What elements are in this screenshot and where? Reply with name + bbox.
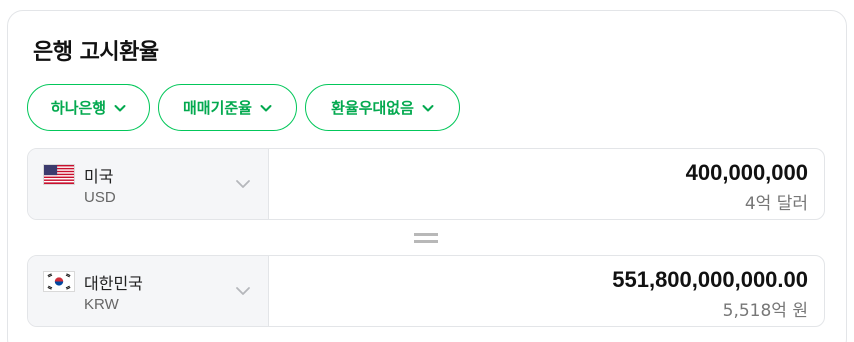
to-amount-input[interactable]: 551,800,000,000.00 5,518억 원 bbox=[269, 256, 824, 326]
preferential-rate-filter-button[interactable]: 환율우대없음 bbox=[305, 84, 460, 131]
rate-type-filter-label: 매매기준율 bbox=[182, 99, 252, 117]
chevron-down-icon bbox=[236, 180, 250, 188]
preferential-rate-filter-label: 환율우대없음 bbox=[331, 99, 414, 117]
equals-icon bbox=[414, 233, 438, 245]
to-currency-select[interactable]: 대한민국 KRW bbox=[28, 256, 269, 326]
chevron-down-icon bbox=[422, 104, 434, 111]
chevron-down-icon bbox=[236, 287, 250, 295]
to-currency-name: 대한민국 bbox=[84, 274, 143, 293]
to-amount-value: 551,800,000,000.00 bbox=[612, 267, 808, 292]
rate-type-filter-button[interactable]: 매매기준율 bbox=[158, 84, 297, 131]
from-currency-row: 미국 USD 400,000,000 4억 달러 bbox=[27, 148, 825, 220]
page-title: 은행 고시환율 bbox=[33, 40, 159, 65]
from-amount-input[interactable]: 400,000,000 4억 달러 bbox=[269, 149, 824, 219]
from-currency-code: USD bbox=[84, 189, 116, 206]
to-currency-row: 대한민국 KRW 551,800,000,000.00 5,518억 원 bbox=[27, 255, 825, 327]
bank-filter-button[interactable]: 하나은행 bbox=[27, 84, 150, 131]
chevron-down-icon bbox=[114, 104, 126, 111]
from-currency-name: 미국 bbox=[84, 167, 114, 186]
bank-filter-label: 하나은행 bbox=[50, 99, 107, 117]
kr-flag-icon bbox=[43, 271, 75, 292]
to-amount-words: 5,518억 원 bbox=[722, 301, 808, 321]
chevron-down-icon bbox=[260, 104, 272, 111]
us-flag-icon bbox=[43, 164, 75, 185]
from-currency-select[interactable]: 미국 USD bbox=[28, 149, 269, 219]
to-currency-code: KRW bbox=[84, 296, 119, 313]
from-amount-value: 400,000,000 bbox=[685, 160, 808, 185]
from-amount-words: 4억 달러 bbox=[744, 194, 808, 214]
